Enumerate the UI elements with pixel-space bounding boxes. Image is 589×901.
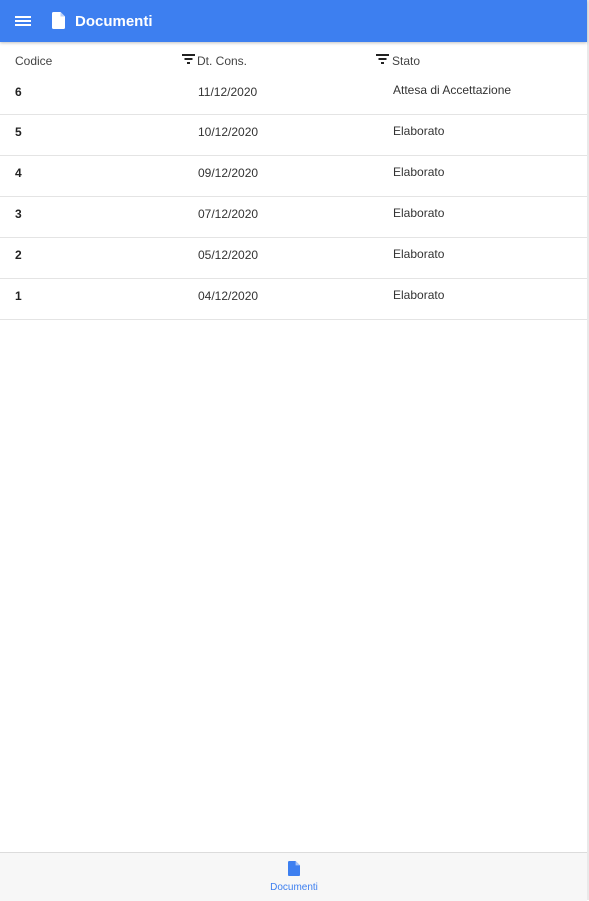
- row-date: 09/12/2020: [198, 166, 259, 180]
- column-header-codice: Codice: [15, 54, 53, 68]
- menu-icon[interactable]: [15, 14, 31, 28]
- table-row[interactable]: 5 10/12/2020 Elaborato: [0, 115, 587, 156]
- document-icon: [52, 12, 65, 29]
- row-date: 04/12/2020: [198, 289, 259, 303]
- app-window: Documenti Codice Dt. Cons. Stato 6 11/12…: [0, 0, 589, 901]
- table-header: Codice Dt. Cons. Stato: [0, 46, 587, 74]
- table-row[interactable]: 2 05/12/2020 Elaborato: [0, 238, 587, 279]
- row-code: 6: [15, 85, 22, 99]
- row-date: 07/12/2020: [198, 207, 259, 221]
- bottom-navigation: Documenti: [0, 852, 587, 901]
- row-date: 10/12/2020: [198, 125, 259, 139]
- row-state: Elaborato: [393, 124, 445, 138]
- column-header-dt-cons[interactable]: Dt. Cons.: [197, 54, 247, 68]
- table-row[interactable]: 6 11/12/2020 Attesa di Accettazione: [0, 74, 587, 115]
- row-state: Elaborato: [393, 247, 445, 261]
- row-code: 5: [15, 125, 22, 139]
- row-date: 11/12/2020: [198, 85, 258, 99]
- page-title: Documenti: [75, 13, 153, 30]
- row-code: 3: [15, 207, 22, 221]
- row-state: Elaborato: [393, 165, 445, 179]
- row-code: 2: [15, 248, 22, 262]
- row-code: 1: [15, 289, 22, 303]
- row-code: 4: [15, 166, 22, 180]
- column-header-stato[interactable]: Stato: [392, 54, 420, 68]
- table-row[interactable]: 3 07/12/2020 Elaborato: [0, 197, 587, 238]
- table-row[interactable]: 4 09/12/2020 Elaborato: [0, 156, 587, 197]
- row-state: Elaborato: [393, 206, 445, 220]
- row-state: Attesa di Accettazione: [393, 83, 512, 97]
- tab-label: Documenti: [270, 882, 318, 893]
- documents-table: 6 11/12/2020 Attesa di Accettazione 5 10…: [0, 74, 587, 320]
- filter-icon[interactable]: [182, 54, 195, 64]
- top-app-bar: Documenti: [0, 0, 587, 42]
- filter-icon[interactable]: [376, 54, 389, 64]
- row-state: Elaborato: [393, 288, 445, 302]
- tab-documenti[interactable]: Documenti: [254, 857, 334, 897]
- table-row[interactable]: 1 04/12/2020 Elaborato: [0, 279, 587, 320]
- document-icon: [288, 861, 300, 876]
- row-date: 05/12/2020: [198, 248, 259, 262]
